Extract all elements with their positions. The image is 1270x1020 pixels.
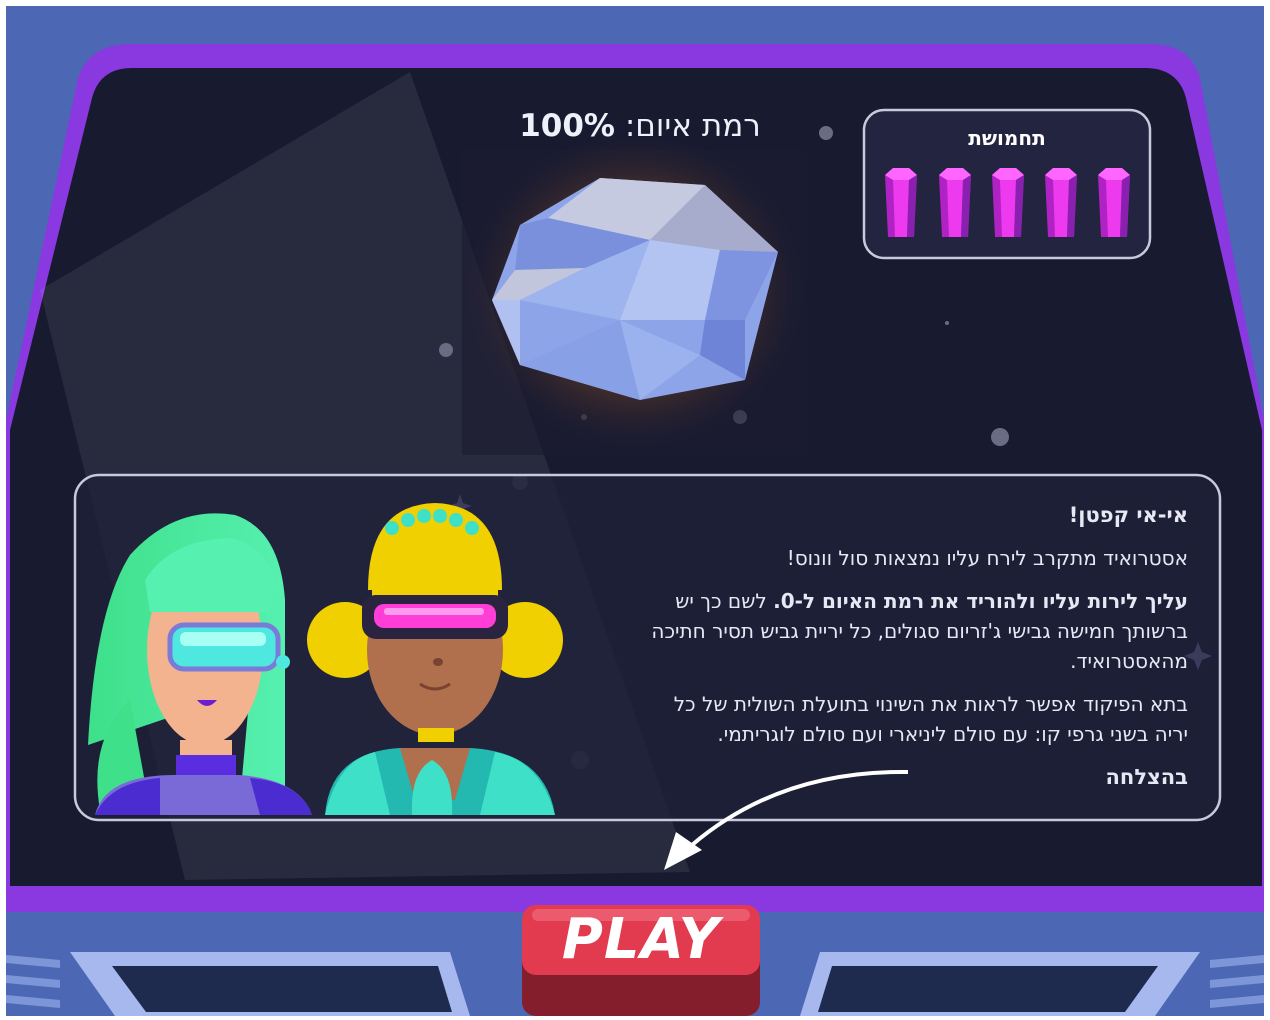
threat-label: רמת איום: <box>624 108 761 144</box>
message-signoff: בהצלחה <box>1105 765 1188 789</box>
crystal-icon <box>885 168 917 237</box>
crystal-icon <box>1098 168 1130 237</box>
mission-message: אי-אי קפטן! אסטרואיד מתקרב לירח עליו נמצ… <box>640 500 1188 805</box>
message-tip: בתא הפיקוד אפשר לראות את השינוי בתועלת ה… <box>673 692 1188 746</box>
message-mission: עליך לירות עליו ולהוריד את רמת האיום ל-0… <box>640 586 1188 676</box>
message-line1: אסטרואיד מתקרב לירח עליו נמצאות סול וונו… <box>786 546 1188 570</box>
ammo-label: תחמושת <box>968 126 1046 150</box>
threat-level-display: רמת איום: 100% <box>480 108 800 144</box>
console-screen-left-inner <box>112 966 452 1012</box>
crystal-icon <box>939 168 971 237</box>
crystal-icon <box>992 168 1024 237</box>
console-screen-right-inner <box>818 966 1158 1012</box>
threat-value: 100% <box>519 108 615 144</box>
play-button[interactable]: PLAY <box>522 905 760 975</box>
message-mission-bold: עליך לירות עליו ולהוריד את רמת האיום ל-0… <box>773 589 1188 613</box>
crystal-icon <box>1045 168 1077 237</box>
message-greeting: אי-אי קפטן! <box>1068 503 1188 527</box>
game-scene: רמת איום: 100% תחמושת אי-אי קפטן! אסטרוא… <box>0 0 1270 1020</box>
